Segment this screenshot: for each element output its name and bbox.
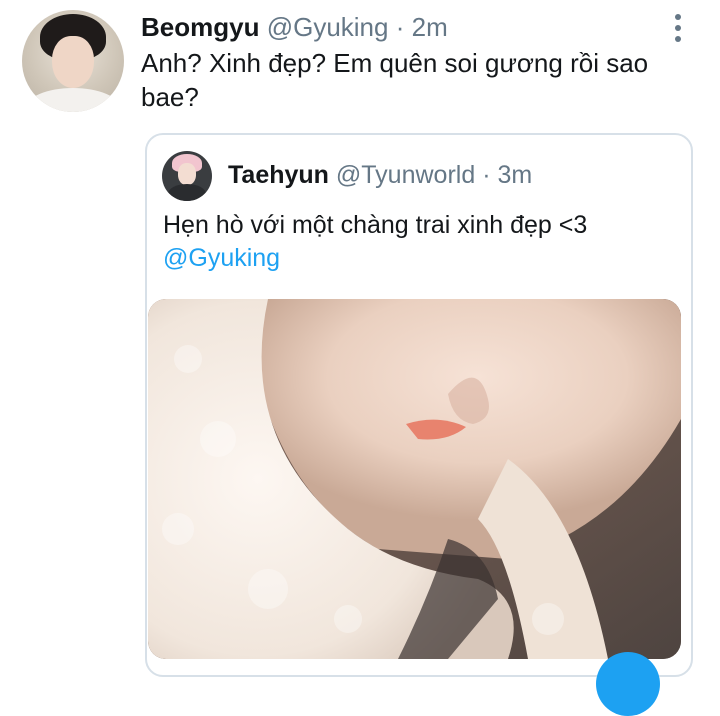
avatar-face: [52, 36, 94, 88]
compose-button[interactable]: [596, 652, 660, 716]
more-dot: [675, 14, 681, 20]
quoted-author-avatar[interactable]: [162, 151, 212, 201]
mention-link[interactable]: @Gyuking: [163, 242, 673, 275]
avatar-shirt: [26, 88, 120, 112]
tweet-time[interactable]: 2m: [412, 12, 448, 42]
quoted-author-handle: @Tyunworld: [335, 161, 476, 189]
header-separator: ·: [395, 12, 405, 42]
author-handle[interactable]: @Gyuking: [267, 12, 389, 42]
quoted-author-name: Taehyun: [228, 161, 329, 189]
quoted-tweet-header: Taehyun @Tyunworld · 3m: [228, 159, 532, 191]
more-dot: [675, 36, 681, 42]
avatar-body: [168, 184, 206, 201]
author-name[interactable]: Beomgyu: [141, 12, 259, 42]
more-dot: [675, 25, 681, 31]
tweet-photo[interactable]: [148, 299, 681, 659]
quoted-tweet-time: 3m: [497, 161, 533, 189]
more-vertical-icon[interactable]: [672, 14, 684, 44]
author-avatar[interactable]: [22, 10, 124, 112]
tweet[interactable]: Beomgyu @Gyuking · 2m Anh? Xinh đẹp? Em …: [0, 0, 720, 716]
tweet-header: Beomgyu @Gyuking · 2m: [141, 10, 448, 44]
quoted-tweet[interactable]: Taehyun @Tyunworld · 3m Hẹn hò với một c…: [145, 133, 693, 677]
quoted-tweet-text: Hẹn hò với một chàng trai xinh đẹp <3: [163, 211, 588, 239]
avatar-face: [178, 163, 196, 185]
quoted-header-separator: ·: [482, 161, 491, 189]
photo-illustration: [148, 299, 681, 659]
quoted-tweet-text-block: Hẹn hò với một chàng trai xinh đẹp <3 @G…: [163, 209, 673, 275]
tweet-text: Anh? Xinh đẹp? Em quên soi gương rồi sao…: [141, 48, 649, 112]
